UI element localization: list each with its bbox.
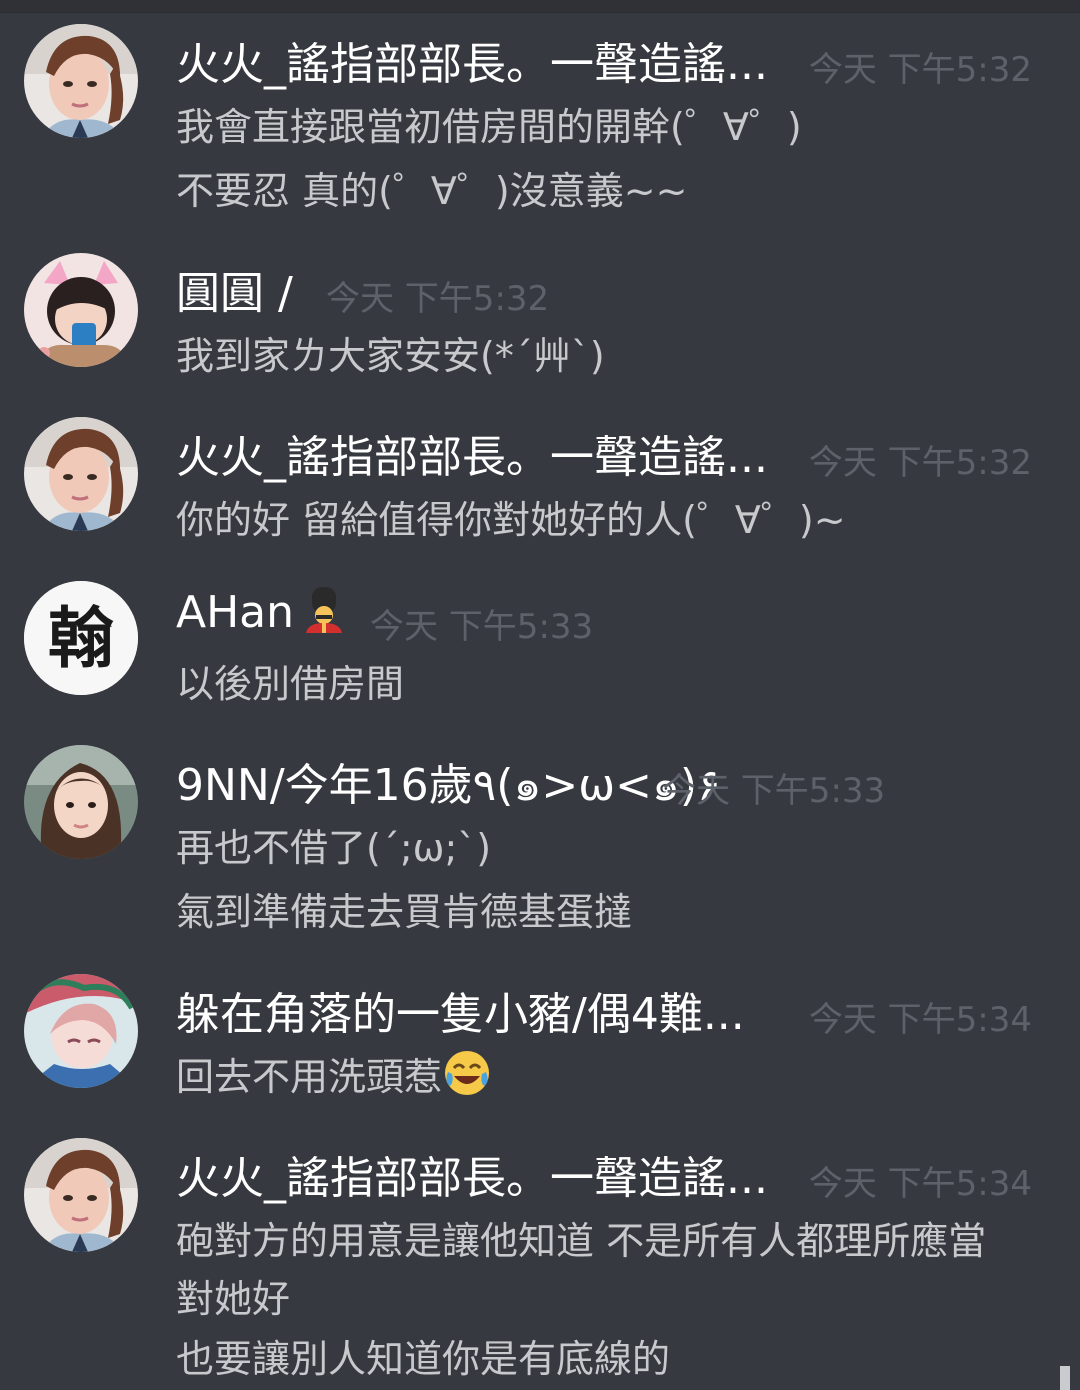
username[interactable]: 圓圓 /: [176, 257, 293, 321]
message-text: 不要忍 真的(゜∀゜)沒意義~~: [176, 169, 688, 213]
timestamp: 今天 下午5:33: [662, 771, 886, 811]
message-text: 你的好 留給值得你對她好的人(゜∀゜)~: [176, 498, 846, 542]
avatar-glyph: 翰: [48, 599, 114, 677]
user-avatar[interactable]: [24, 1138, 138, 1252]
message-text: 我到家ㄌ大家安安(*´艸`): [176, 334, 605, 378]
username[interactable]: 火火_謠指部部長。一聲造謠...: [176, 28, 768, 92]
woman-short-hair-avatar-icon: [24, 24, 138, 138]
woman-short-hair-avatar-icon: [24, 1138, 138, 1252]
username-text: AHan: [176, 587, 295, 638]
message-text-content: 回去不用洗頭惹: [176, 1055, 443, 1099]
message-feed[interactable]: 火火_謠指部部長。一聲造謠... 今天 下午5:32 我會直接跟當初借房間的開幹…: [0, 0, 1080, 1390]
girl-cat-ears-avatar-icon: [24, 253, 138, 367]
scrollbar-thumb[interactable]: [1060, 1366, 1070, 1390]
user-avatar[interactable]: [24, 253, 138, 367]
message-text: 以後別借房間: [176, 662, 405, 706]
username[interactable]: 火火_謠指部部長。一聲造謠...: [176, 1142, 768, 1206]
timestamp: 今天 下午5:32: [808, 443, 1032, 483]
message-header: 火火_謠指部部長。一聲造謠... 今天 下午5:32: [176, 24, 1056, 90]
timestamp: 今天 下午5:33: [370, 607, 594, 647]
message-header: 躲在角落的一隻小豬/偶4難... 今天 下午5:34: [176, 974, 1056, 1040]
user-avatar[interactable]: [24, 24, 138, 138]
message-text: 回去不用洗頭惹: [176, 1046, 492, 1101]
timestamp: 今天 下午5:34: [808, 1164, 1032, 1204]
username[interactable]: AHan: [176, 585, 348, 638]
message-text: 我會直接跟當初借房間的開幹(゜∀゜): [176, 105, 802, 149]
username[interactable]: 火火_謠指部部長。一聲造謠...: [176, 421, 768, 485]
user-avatar[interactable]: [24, 974, 138, 1088]
username[interactable]: 躲在角落的一隻小豬/偶4難...: [176, 978, 745, 1042]
message-header: 火火_謠指部部長。一聲造謠... 今天 下午5:32: [176, 417, 1056, 483]
anime-character-avatar-icon: [24, 974, 138, 1088]
message-header: 火火_謠指部部長。一聲造謠... 今天 下午5:34: [176, 1138, 1056, 1204]
calligraphy-avatar-icon: 翰: [24, 581, 138, 695]
message-text: 對她好: [176, 1277, 291, 1321]
message-text: 氣到準備走去買肯德基蛋撻: [176, 890, 633, 934]
timestamp: 今天 下午5:32: [326, 279, 550, 319]
girl-long-hair-avatar-icon: [24, 745, 138, 859]
message-header: 9NN/今年16歲٩(๑>ω<๑)۶ 今天 下午5:33: [176, 745, 1056, 811]
timestamp: 今天 下午5:32: [808, 50, 1032, 90]
message-header: 圓圓 / 今天 下午5:32: [176, 253, 1056, 319]
message-text: 也要讓別人知道你是有底線的: [176, 1337, 671, 1381]
message-text: 砲對方的用意是讓他知道 不是所有人都理所應當: [176, 1219, 987, 1263]
tears-of-joy-emoji-icon: [445, 1051, 490, 1095]
message-header: AHan 今天 下午5:33: [176, 581, 1056, 647]
user-avatar[interactable]: 翰: [24, 581, 138, 695]
woman-short-hair-avatar-icon: [24, 417, 138, 531]
message-text: 再也不借了(´;ω;`): [176, 826, 492, 870]
timestamp: 今天 下午5:34: [808, 1000, 1032, 1040]
user-avatar[interactable]: [24, 417, 138, 531]
guardsman-emoji-icon: [306, 587, 343, 633]
username[interactable]: 9NN/今年16歲٩(๑>ω<๑)۶: [176, 749, 721, 820]
user-avatar[interactable]: [24, 745, 138, 859]
